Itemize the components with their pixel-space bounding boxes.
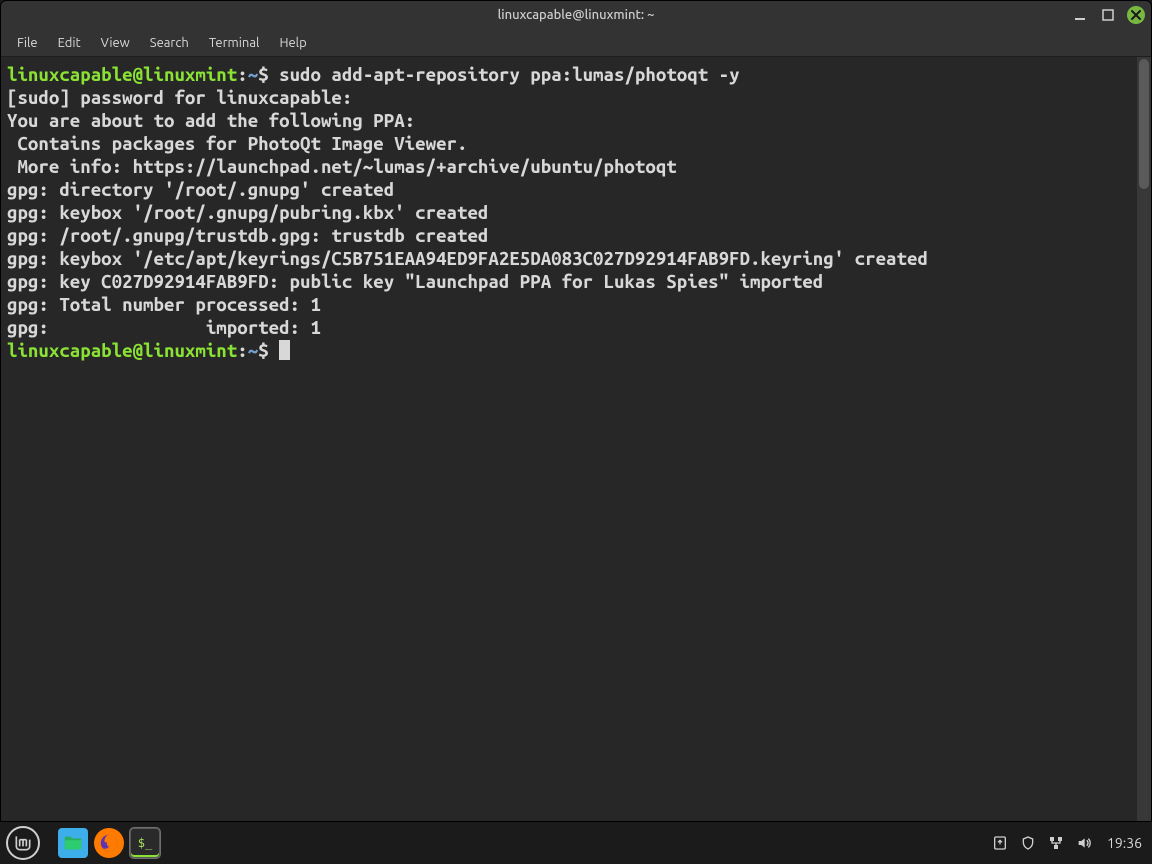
firefox-launcher[interactable] [94, 828, 124, 858]
output-line: gpg: key C027D92914FAB9FD: public key "L… [7, 271, 823, 292]
mint-menu-button[interactable] [6, 826, 40, 860]
output-line: gpg: directory '/root/.gnupg' created [7, 179, 394, 200]
window-controls [1071, 1, 1145, 29]
window-title: linuxcapable@linuxmint: ~ [498, 8, 655, 22]
prompt-path: ~ [248, 64, 258, 85]
output-line: gpg: keybox '/root/.gnupg/pubring.kbx' c… [7, 202, 488, 223]
menu-view[interactable]: View [91, 32, 140, 54]
terminal-task-button[interactable]: $_ [130, 828, 160, 858]
taskbar: $_ 19:36 [0, 822, 1152, 864]
terminal-icon: $_ [138, 836, 152, 850]
menu-terminal[interactable]: Terminal [199, 32, 270, 54]
titlebar[interactable]: linuxcapable@linuxmint: ~ [1, 1, 1151, 29]
prompt-sep: : [237, 340, 247, 361]
volume-icon[interactable] [1075, 834, 1093, 852]
output-line: [sudo] password for linuxcapable: [7, 87, 352, 108]
clock[interactable]: 19:36 [1103, 835, 1146, 851]
output-line: More info: https://launchpad.net/~lumas/… [7, 156, 677, 177]
close-button[interactable] [1127, 6, 1145, 24]
output-line: You are about to add the following PPA: [7, 110, 415, 131]
taskbar-left: $_ [6, 826, 160, 860]
terminal-body[interactable]: linuxcapable@linuxmint:~$ sudo add-apt-r… [1, 57, 1151, 821]
prompt-path: ~ [248, 340, 258, 361]
output-line: Contains packages for PhotoQt Image View… [7, 133, 467, 154]
prompt-end: $ [258, 340, 279, 361]
files-launcher[interactable] [58, 828, 88, 858]
command-text: sudo add-apt-repository ppa:lumas/photoq… [279, 64, 739, 85]
output-line: gpg: /root/.gnupg/trustdb.gpg: trustdb c… [7, 225, 488, 246]
terminal-window: linuxcapable@linuxmint: ~ File Edit View… [0, 0, 1152, 822]
scrollbar[interactable] [1137, 57, 1151, 821]
output-line: gpg: keybox '/etc/apt/keyrings/C5B751EAA… [7, 248, 928, 269]
menu-file[interactable]: File [7, 32, 48, 54]
menu-help[interactable]: Help [269, 32, 316, 54]
menu-search[interactable]: Search [140, 32, 199, 54]
prompt-sep: : [237, 64, 247, 85]
taskbar-right: 19:36 [991, 834, 1146, 852]
menubar: File Edit View Search Terminal Help [1, 29, 1151, 57]
cursor [279, 340, 290, 360]
shield-icon[interactable] [1019, 834, 1037, 852]
updates-icon[interactable] [991, 834, 1009, 852]
scrollbar-thumb[interactable] [1139, 59, 1149, 189]
prompt-end: $ [258, 64, 279, 85]
output-line: gpg: Total number processed: 1 [7, 294, 321, 315]
output-line: gpg: imported: 1 [7, 317, 321, 338]
prompt-user-host: linuxcapable@linuxmint [7, 64, 237, 85]
menu-edit[interactable]: Edit [48, 32, 91, 54]
prompt-user-host: linuxcapable@linuxmint [7, 340, 237, 361]
minimize-button[interactable] [1071, 6, 1089, 24]
maximize-button[interactable] [1099, 6, 1117, 24]
network-icon[interactable] [1047, 834, 1065, 852]
